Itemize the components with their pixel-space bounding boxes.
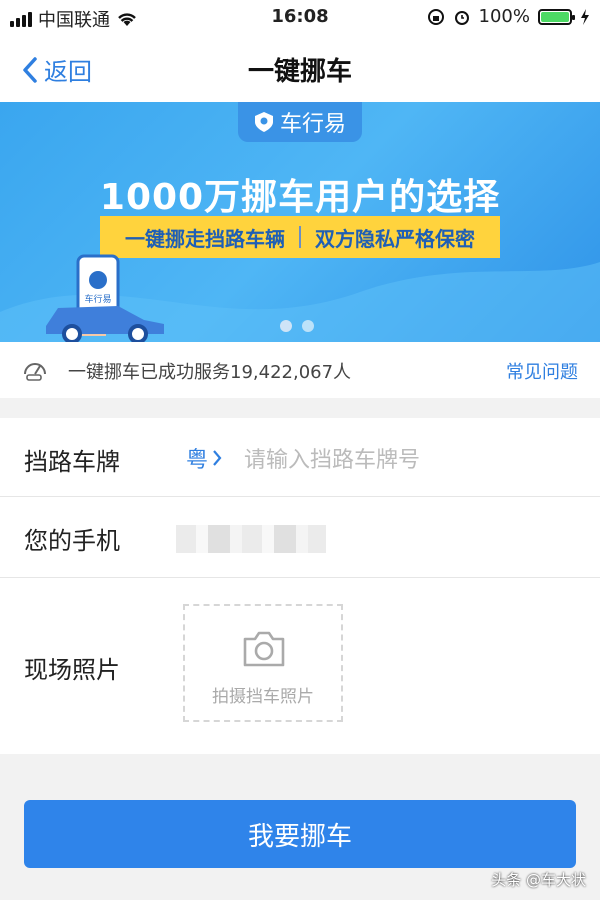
battery-percent: 100% — [478, 6, 530, 27]
service-count-text: 一键挪车已成功服务19,422,067人 — [68, 362, 352, 383]
photo-caption: 拍摄挡车照片 — [212, 687, 314, 707]
status-bar: 中国联通 16:08 100% — [0, 0, 600, 34]
photo-upload-box[interactable]: 拍摄挡车照片 — [183, 604, 343, 722]
battery-icon — [538, 8, 575, 25]
province-value: 粤 — [186, 448, 209, 473]
camera-icon — [243, 631, 285, 667]
service-info-row: 一键挪车已成功服务19,422,067人 常见问题 — [0, 342, 600, 398]
carousel-dot — [280, 320, 292, 332]
phone-row: 您的手机 — [0, 497, 600, 578]
tagline-right: 双方隐私严格保密 — [315, 226, 475, 251]
plate-label: 挡路车牌 — [24, 448, 120, 476]
carousel-dot — [302, 320, 314, 332]
chevron-right-icon — [213, 450, 222, 466]
submit-button[interactable]: 我要挪车 — [24, 800, 576, 868]
plate-row: 挡路车牌 粤 请输入挡路车牌号 — [0, 418, 600, 497]
car-illustration — [46, 306, 164, 342]
faq-link[interactable]: 常见问题 — [506, 358, 578, 384]
photo-label: 现场照片 — [24, 656, 120, 684]
phone-label: 您的手机 — [24, 527, 120, 555]
rotation-lock-icon — [427, 8, 444, 25]
brand-name: 车行易 — [279, 112, 346, 137]
province-selector[interactable]: 粤 — [186, 442, 222, 474]
charging-icon — [581, 8, 589, 25]
promo-banner[interactable]: 车行易 1000万挪车用户的选择 一键挪走挡路车辆 双方隐私严格保密 车行易 — [0, 102, 600, 342]
phone-input[interactable] — [176, 525, 326, 553]
status-right: 100% — [427, 6, 590, 27]
brand-tab: 车行易 — [238, 102, 362, 142]
brand-logo-icon — [254, 112, 273, 132]
move-car-form: 挡路车牌 粤 请输入挡路车牌号 您的手机 现场照片 拍摄挡车照片 — [0, 418, 600, 754]
banner-tagline: 一键挪走挡路车辆 双方隐私严格保密 — [100, 216, 500, 258]
speedometer-car-icon — [24, 363, 46, 381]
page-title: 一键挪车 — [247, 57, 352, 87]
watermark: 头条 @车大状 — [491, 871, 586, 889]
plate-input[interactable]: 请输入挡路车牌号 — [244, 442, 420, 474]
carousel-indicator — [280, 320, 314, 332]
banner-headline: 1000万挪车用户的选择 — [99, 177, 501, 218]
tagline-divider — [299, 226, 301, 248]
tagline-left: 一键挪走挡路车辆 — [125, 226, 285, 251]
alarm-icon — [454, 10, 469, 25]
nav-bar: 返回 一键挪车 — [0, 34, 600, 102]
